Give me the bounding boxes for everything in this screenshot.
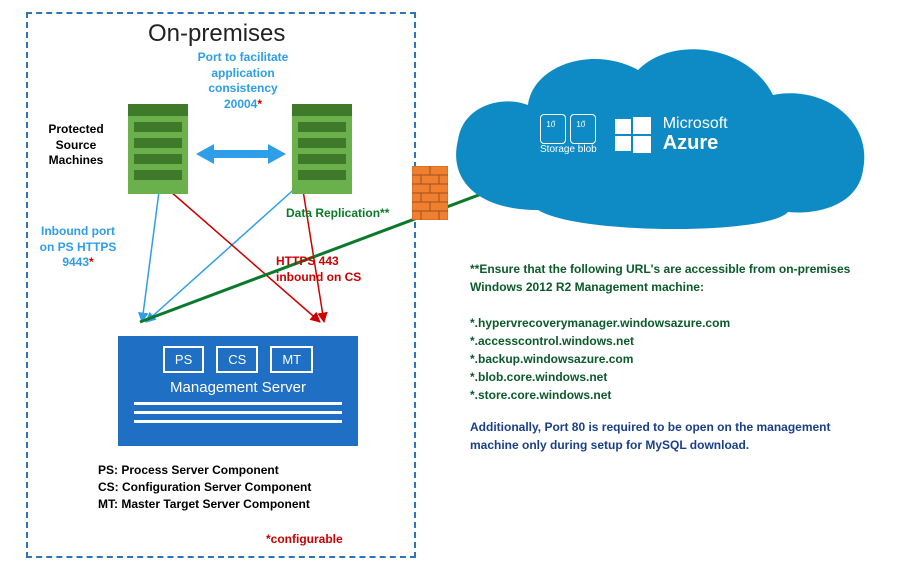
cloud-content: Storage blob Microsoft Azure [540, 114, 728, 155]
storage-blob-icon [540, 114, 566, 144]
storage-blob-icon [570, 114, 596, 144]
url-item: *.backup.windowsazure.com [470, 350, 870, 368]
port-20004-note: Port to facilitate application consisten… [178, 50, 308, 112]
mt-box: MT [270, 346, 313, 373]
on-prem-title: On-premises [148, 20, 285, 48]
source-server-icon [128, 104, 188, 194]
firewall-icon [412, 166, 448, 220]
url-item: *.blob.core.windows.net [470, 368, 870, 386]
configurable-footnote: *configurable [266, 532, 343, 546]
management-server: PS CS MT Management Server [118, 336, 358, 446]
urls-header: **Ensure that the following URL's are ac… [470, 260, 870, 296]
management-server-title: Management Server [128, 379, 348, 396]
azure-logo: Microsoft Azure [613, 115, 728, 155]
protected-source-machines-label: Protected Source Machines [36, 122, 116, 169]
windows-icon [613, 115, 653, 155]
storage-blob-group: Storage blob [540, 114, 597, 155]
inbound-9443-note: Inbound port on PS HTTPS 9443* [28, 224, 128, 271]
url-item: *.store.core.windows.net [470, 386, 870, 404]
on-premises-boundary: On-premises Port to facilitate applicati… [26, 12, 416, 558]
storage-blob-label: Storage blob [540, 144, 597, 155]
url-item: *.hypervrecoverymanager.windowsazure.com [470, 314, 870, 332]
cs-box: CS [216, 346, 258, 373]
component-legend: PS: Process Server Component CS: Configu… [98, 462, 311, 512]
url-requirements-block: **Ensure that the following URL's are ac… [470, 260, 870, 454]
port-80-note: Additionally, Port 80 is required to be … [470, 418, 870, 454]
source-server-icon [292, 104, 352, 194]
data-replication-label: Data Replication** [286, 206, 389, 220]
https-443-note: HTTPS 443 inbound on CS [276, 254, 376, 285]
ps-box: PS [163, 346, 204, 373]
url-item: *.accesscontrol.windows.net [470, 332, 870, 350]
double-arrow-icon [196, 142, 286, 166]
